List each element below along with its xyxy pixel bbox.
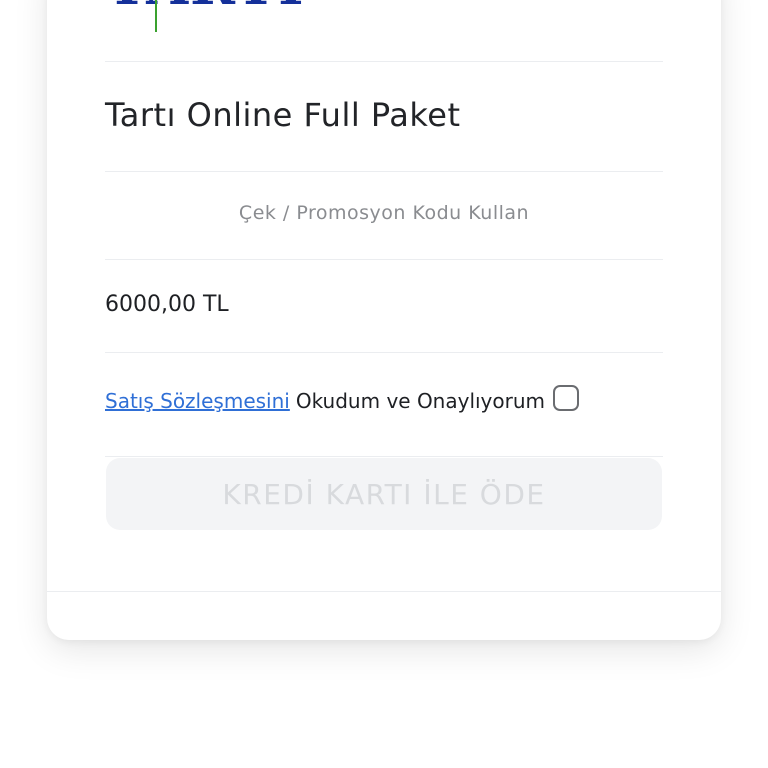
card-footer-divider (47, 591, 721, 592)
logo-tarti-text: TARTI (107, 0, 306, 12)
divider (105, 259, 663, 260)
divider (105, 171, 663, 172)
sales-agreement-link[interactable]: Satış Sözleşmesini (105, 389, 290, 413)
divider (105, 352, 663, 353)
checkout-card: TARTI online Tartı Online Full Paket Çek… (47, 0, 721, 640)
brand-logo: TARTI online (107, 0, 527, 32)
promo-code-link[interactable]: Çek / Promosyon Kodu Kullan (105, 202, 663, 224)
divider (105, 456, 663, 457)
agreement-checkbox[interactable] (553, 385, 580, 411)
logo-online-text: online (313, 0, 466, 4)
agreement-text: Okudum ve Onaylıyorum (295, 389, 546, 413)
divider (105, 61, 663, 62)
logo-divider (155, 0, 157, 32)
product-title: Tartı Online Full Paket (105, 96, 461, 134)
pay-with-credit-card-button[interactable]: KREDİ KARTI İLE ÖDE (106, 458, 662, 530)
price-value: 6000,00 TL (105, 292, 229, 317)
agreement-row: Satış Sözleşmesini Okudum ve Onaylıyorum (105, 385, 580, 414)
